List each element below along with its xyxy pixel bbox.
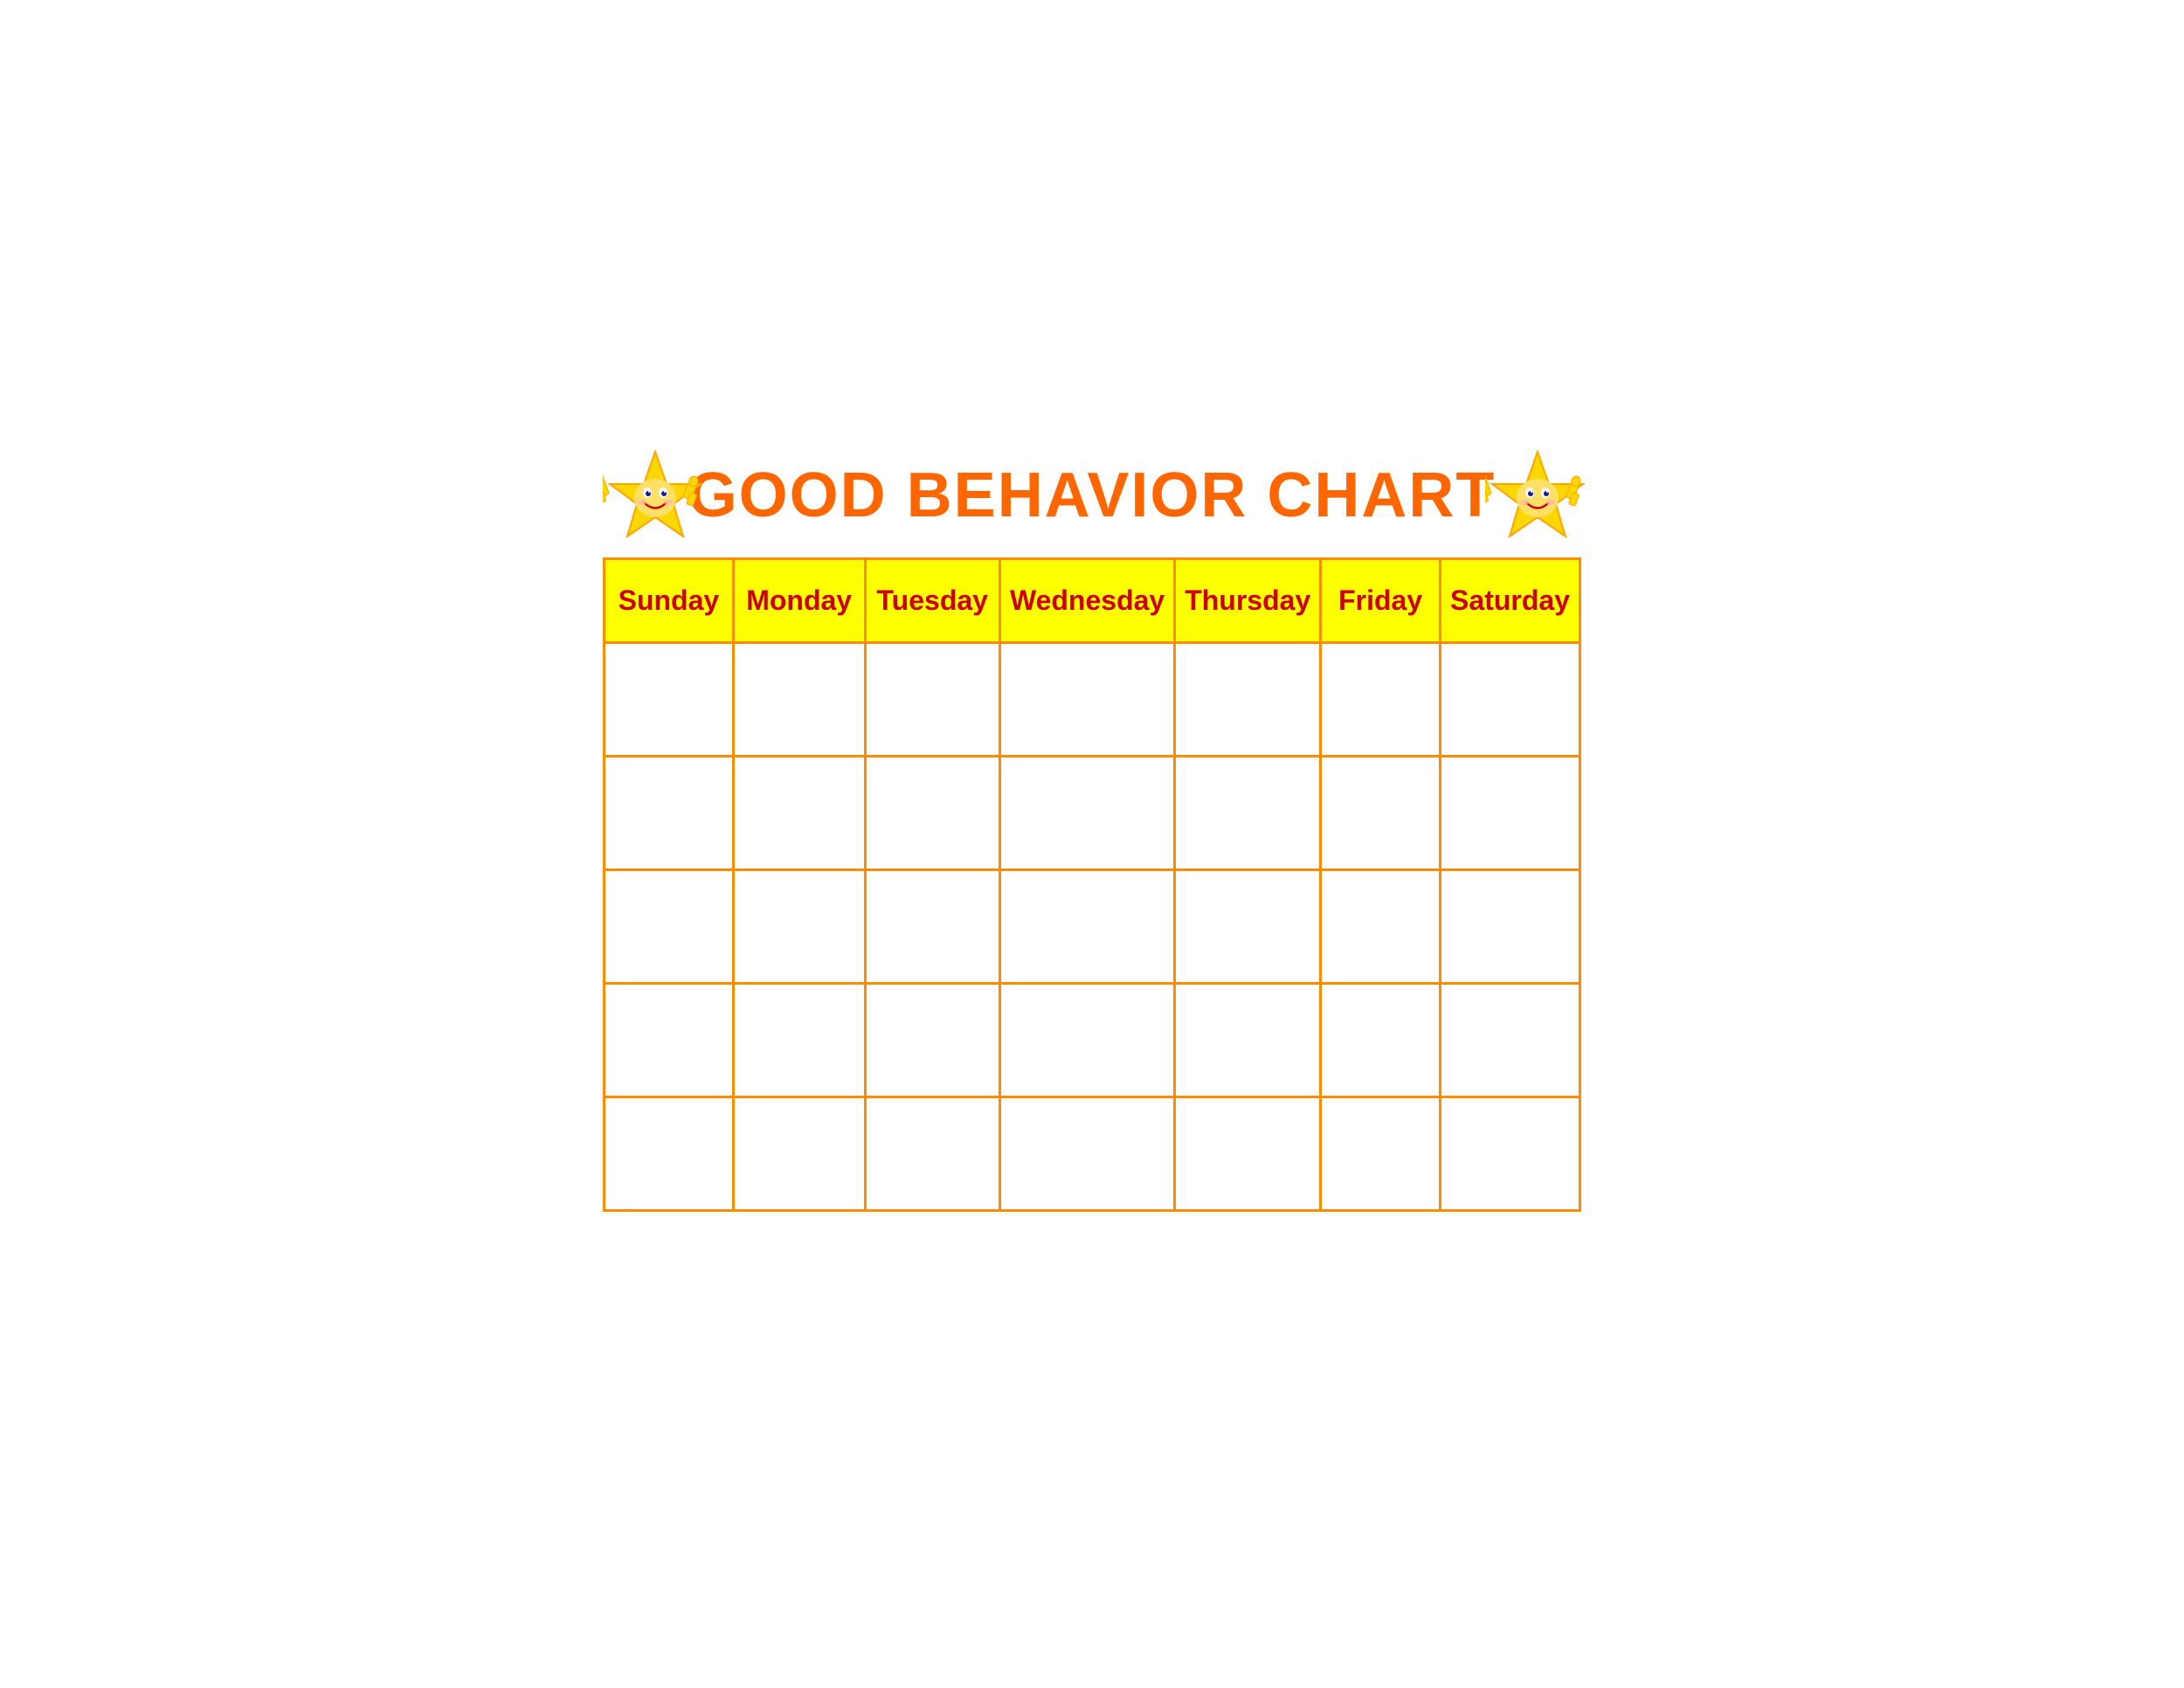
- tuesday-header: Tuesday: [865, 558, 999, 642]
- cell-thu-1[interactable]: [1175, 642, 1321, 756]
- cell-mon-2[interactable]: [733, 756, 865, 869]
- page-title: GOOD BEHAVIOR CHART: [688, 460, 1496, 531]
- cell-tue-1[interactable]: [865, 642, 999, 756]
- cell-tue-3[interactable]: [865, 869, 999, 983]
- thursday-header: Thursday: [1175, 558, 1321, 642]
- table-row: [605, 869, 1580, 983]
- cell-mon-1[interactable]: [733, 642, 865, 756]
- page-container: GOOD BEHAVIOR CHART: [568, 433, 1616, 1256]
- cell-sat-4[interactable]: [1441, 983, 1580, 1097]
- right-star-mascot: [1485, 447, 1581, 543]
- cell-sun-3[interactable]: [605, 869, 734, 983]
- cell-thu-4[interactable]: [1175, 983, 1321, 1097]
- cell-mon-4[interactable]: [733, 983, 865, 1097]
- cell-thu-3[interactable]: [1175, 869, 1321, 983]
- cell-fri-5[interactable]: [1321, 1097, 1441, 1210]
- table-row: [605, 1097, 1580, 1210]
- cell-sun-1[interactable]: [605, 642, 734, 756]
- table-row: [605, 642, 1580, 756]
- cell-thu-2[interactable]: [1175, 756, 1321, 869]
- cell-fri-2[interactable]: [1321, 756, 1441, 869]
- cell-fri-1[interactable]: [1321, 642, 1441, 756]
- cell-wed-4[interactable]: [999, 983, 1174, 1097]
- cell-sun-4[interactable]: [605, 983, 734, 1097]
- cell-wed-3[interactable]: [999, 869, 1174, 983]
- cell-thu-5[interactable]: [1175, 1097, 1321, 1210]
- cell-fri-3[interactable]: [1321, 869, 1441, 983]
- wednesday-header: Wednesday: [999, 558, 1174, 642]
- cell-tue-4[interactable]: [865, 983, 999, 1097]
- friday-header: Friday: [1321, 558, 1441, 642]
- table-row: [605, 756, 1580, 869]
- cell-sun-5[interactable]: [605, 1097, 734, 1210]
- cell-sat-2[interactable]: [1441, 756, 1580, 869]
- header: GOOD BEHAVIOR CHART: [603, 460, 1581, 531]
- cell-wed-5[interactable]: [999, 1097, 1174, 1210]
- cell-mon-5[interactable]: [733, 1097, 865, 1210]
- header-row: Sunday Monday Tuesday Wednesday Thursday…: [605, 558, 1580, 642]
- cell-sun-2[interactable]: [605, 756, 734, 869]
- cell-wed-2[interactable]: [999, 756, 1174, 869]
- monday-header: Monday: [733, 558, 865, 642]
- table-row: [605, 983, 1580, 1097]
- left-star-mascot: [603, 447, 699, 543]
- cell-mon-3[interactable]: [733, 869, 865, 983]
- cell-sat-3[interactable]: [1441, 869, 1580, 983]
- cell-fri-4[interactable]: [1321, 983, 1441, 1097]
- saturday-header: Saturday: [1441, 558, 1580, 642]
- cell-tue-5[interactable]: [865, 1097, 999, 1210]
- cell-wed-1[interactable]: [999, 642, 1174, 756]
- behavior-chart-table: Sunday Monday Tuesday Wednesday Thursday…: [603, 557, 1581, 1212]
- cell-sat-5[interactable]: [1441, 1097, 1580, 1210]
- cell-tue-2[interactable]: [865, 756, 999, 869]
- cell-sat-1[interactable]: [1441, 642, 1580, 756]
- sunday-header: Sunday: [605, 558, 734, 642]
